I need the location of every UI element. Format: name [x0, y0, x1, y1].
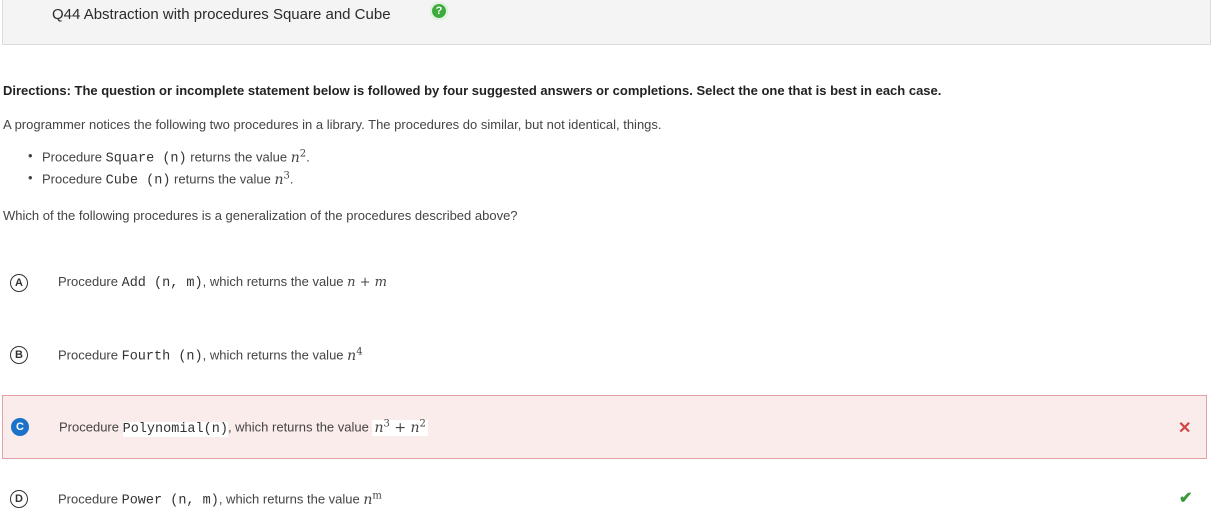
answer-letter-b[interactable]: B — [10, 346, 28, 364]
answer-option-d[interactable]: D Procedure Power (n, m), which returns … — [2, 468, 1207, 518]
correct-check-icon: ✔ — [1179, 490, 1193, 507]
answer-option-c[interactable]: C Procedure Polynomial(n), which returns… — [2, 395, 1207, 459]
answer-text-b: Procedure Fourth (n), which returns the … — [58, 346, 363, 365]
answer-option-b[interactable]: B Procedure Fourth (n), which returns th… — [2, 324, 1207, 384]
help-icon[interactable]: ? — [430, 2, 448, 20]
math-expression: n2 — [290, 148, 307, 166]
math-expression: n + m — [347, 275, 388, 290]
math-expression: nm — [363, 490, 382, 508]
answer-letter-a[interactable]: A — [10, 274, 28, 292]
code-snippet: Polynomial(n) — [122, 421, 228, 437]
list-item: Procedure Cube (n) returns the value n3. — [28, 170, 310, 192]
list-item: Procedure Square (n) returns the value n… — [28, 148, 310, 170]
answer-letter-d[interactable]: D — [10, 490, 28, 508]
answer-text-d: Procedure Power (n, m), which returns th… — [58, 490, 382, 509]
question-title: Q44 Abstraction with procedures Square a… — [52, 6, 391, 23]
code-snippet: Power (n, m) — [121, 493, 219, 509]
math-expression: n4 — [347, 346, 363, 364]
answer-text-c: Procedure Polynomial(n), which returns t… — [59, 418, 428, 437]
intro-text: A programmer notices the following two p… — [3, 117, 662, 132]
answer-letter-c[interactable]: C — [11, 418, 29, 436]
question-header: Q44 Abstraction with procedures Square a… — [2, 0, 1211, 45]
question-text: Which of the following procedures is a g… — [3, 208, 518, 223]
answer-option-a[interactable]: A Procedure Add (n, m), which returns th… — [2, 252, 1207, 312]
answer-text-a: Procedure Add (n, m), which returns the … — [58, 274, 388, 291]
directions-text: Directions: The question or incomplete s… — [3, 83, 942, 98]
code-snippet: Fourth (n) — [121, 349, 203, 365]
procedure-list: Procedure Square (n) returns the value n… — [28, 148, 310, 192]
code-snippet: Cube (n) — [105, 173, 171, 189]
incorrect-icon: ✕ — [1178, 420, 1192, 437]
math-expression: n3 — [274, 170, 290, 188]
code-snippet: Add (n, m) — [121, 276, 203, 291]
code-snippet: Square (n) — [105, 151, 187, 167]
math-expression: n3 + n2 — [372, 418, 428, 436]
